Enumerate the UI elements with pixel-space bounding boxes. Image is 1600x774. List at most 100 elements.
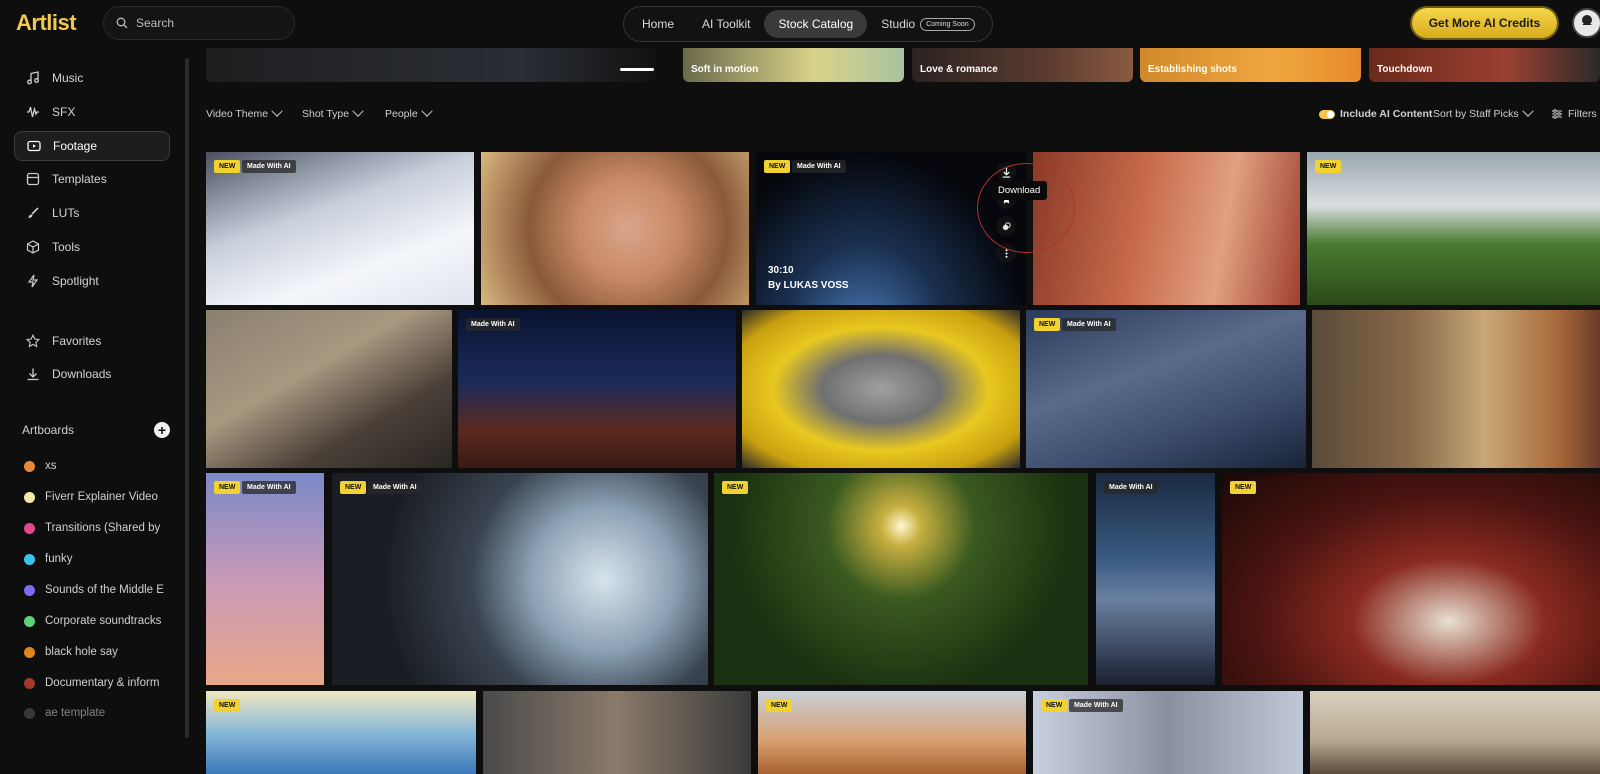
sidebar-item-sfx[interactable]: SFX xyxy=(14,97,170,127)
footage-tile[interactable] xyxy=(742,310,1020,468)
category-label: Love & romance xyxy=(920,64,998,75)
footage-tile[interactable]: NEW xyxy=(758,691,1026,774)
artboard-item[interactable]: Documentary & inform xyxy=(24,673,164,693)
sidebar-item-luts[interactable]: LUTs xyxy=(14,198,170,228)
artboard-item[interactable]: Sounds of the Middle E xyxy=(24,580,164,600)
cube-icon xyxy=(26,240,40,254)
category-label: Soft in motion xyxy=(691,64,759,75)
new-badge: NEW xyxy=(214,160,241,173)
download-icon xyxy=(27,368,39,381)
templates-icon xyxy=(26,172,40,186)
sidebar-item-favorites[interactable]: Favorites xyxy=(14,326,170,356)
footage-tile[interactable]: NEW Made With AI xyxy=(1026,310,1306,468)
filter-video-theme[interactable]: Video Theme xyxy=(206,105,283,120)
artboards-title: Artboards xyxy=(22,423,75,437)
artboard-item[interactable]: ae template xyxy=(24,703,164,723)
clip-meta: 30:10 By LUKAS VOSS xyxy=(768,263,849,293)
footage-tile[interactable] xyxy=(1033,152,1300,305)
sidebar-item-tools[interactable]: Tools xyxy=(14,232,170,262)
category-card[interactable]: Establishing shots xyxy=(1140,48,1361,82)
artboard-color-dot xyxy=(24,460,35,472)
sidebar-item-label: Tools xyxy=(52,240,81,254)
filter-shot-type[interactable]: Shot Type xyxy=(302,105,364,120)
search-icon xyxy=(116,17,128,29)
sidebar-item-downloads[interactable]: Downloads xyxy=(14,359,170,389)
chevron-down-icon xyxy=(1521,105,1534,117)
footage-tile[interactable]: NEW Made With AI 30:10 By LUKAS VOSS xyxy=(756,152,1026,305)
artboard-item[interactable]: Transitions (Shared by xyxy=(24,518,164,538)
more-options-button[interactable] xyxy=(996,243,1016,263)
category-card[interactable]: Touchdown xyxy=(1369,48,1600,82)
nav-stock-catalog[interactable]: Stock Catalog xyxy=(764,10,868,38)
footage-tile[interactable]: NEW Made With AI xyxy=(206,473,324,685)
new-badge: NEW xyxy=(764,160,791,173)
main-content: Soft in motion Love & romance Establishi… xyxy=(206,48,1600,774)
artboard-item[interactable]: funky xyxy=(24,549,164,569)
nav-studio[interactable]: Studio Coming Soon xyxy=(867,10,988,38)
similar-button[interactable] xyxy=(996,216,1016,236)
footage-tile[interactable]: NEW xyxy=(714,473,1088,685)
artlist-logo[interactable]: Artlist xyxy=(16,10,77,36)
artboard-item[interactable]: xs xyxy=(24,456,164,476)
footage-tile[interactable]: NEW xyxy=(1307,152,1600,305)
search-box[interactable] xyxy=(103,6,295,40)
footage-tile[interactable] xyxy=(481,152,749,305)
artboard-item[interactable]: black hole say xyxy=(24,642,164,662)
sidebar-item-templates[interactable]: Templates xyxy=(14,164,170,194)
footage-tile[interactable]: NEW Made With AI xyxy=(206,152,474,305)
filter-label: Shot Type xyxy=(302,108,350,120)
made-with-ai-badge: Made With AI xyxy=(1069,699,1123,712)
sidebar-item-music[interactable]: Music xyxy=(14,63,170,93)
nav-home[interactable]: Home xyxy=(628,10,688,38)
sidebar-scrollbar[interactable] xyxy=(185,58,189,738)
add-artboard-button[interactable]: + xyxy=(154,422,170,438)
sort-dropdown[interactable]: Sort by Staff Picks xyxy=(1433,105,1534,120)
new-badge: NEW xyxy=(214,699,241,712)
download-button[interactable] xyxy=(996,162,1016,182)
footage-tile[interactable] xyxy=(1310,691,1600,774)
toggle-switch[interactable] xyxy=(1319,109,1335,119)
video-icon xyxy=(27,140,41,152)
footage-tile[interactable]: NEW xyxy=(1222,473,1600,685)
star-icon xyxy=(26,334,40,348)
footage-tile[interactable]: NEW xyxy=(206,691,476,774)
filter-bar: Video Theme Shot Type People Include AI … xyxy=(206,105,1600,126)
search-input[interactable] xyxy=(136,16,286,30)
filters-label: Filters xyxy=(1568,108,1597,120)
footage-tile[interactable] xyxy=(483,691,751,774)
sidebar-item-spotlight[interactable]: Spotlight xyxy=(14,266,170,296)
filter-people[interactable]: People xyxy=(385,105,433,120)
new-badge: NEW xyxy=(214,481,241,494)
artboard-label: Transitions (Shared by xyxy=(45,522,161,534)
filter-label: Video Theme xyxy=(206,108,269,120)
include-ai-toggle[interactable]: Include AI Content xyxy=(1319,108,1432,120)
sidebar-item-footage[interactable]: Footage xyxy=(14,131,170,161)
footage-tile[interactable] xyxy=(206,310,452,468)
sidebar-item-label: Spotlight xyxy=(52,274,99,288)
footage-tile[interactable]: NEW Made With AI xyxy=(332,473,708,685)
artboard-label: black hole say xyxy=(45,646,118,658)
nav-ai-toolkit[interactable]: AI Toolkit xyxy=(688,10,764,38)
category-card[interactable]: Love & romance xyxy=(912,48,1133,82)
footage-tile[interactable]: Made With AI xyxy=(1096,473,1215,685)
filters-button[interactable]: Filters xyxy=(1551,108,1597,120)
artboard-color-dot xyxy=(24,584,35,596)
kebab-menu-icon xyxy=(1004,248,1008,258)
artboard-color-dot xyxy=(24,677,35,689)
carousel-indicator xyxy=(620,68,654,71)
footage-tile[interactable] xyxy=(1312,310,1600,468)
category-card[interactable]: Soft in motion xyxy=(683,48,904,82)
featured-banner[interactable] xyxy=(206,48,656,82)
artboard-label: Sounds of the Middle E xyxy=(45,584,164,596)
footage-tile[interactable]: NEW Made With AI xyxy=(1033,691,1303,774)
lightning-icon xyxy=(27,274,39,288)
get-more-ai-credits-button[interactable]: Get More AI Credits xyxy=(1412,8,1557,38)
made-with-ai-badge: Made With AI xyxy=(242,481,296,494)
artboard-item[interactable]: Fiverr Explainer Video xyxy=(24,487,164,507)
new-badge: NEW xyxy=(1034,318,1061,331)
made-with-ai-badge: Made With AI xyxy=(1104,481,1158,494)
sidebar-item-label: Music xyxy=(52,71,84,85)
user-avatar[interactable] xyxy=(1572,8,1600,38)
footage-tile[interactable]: Made With AI xyxy=(458,310,736,468)
artboard-item[interactable]: Corporate soundtracks xyxy=(24,611,164,631)
